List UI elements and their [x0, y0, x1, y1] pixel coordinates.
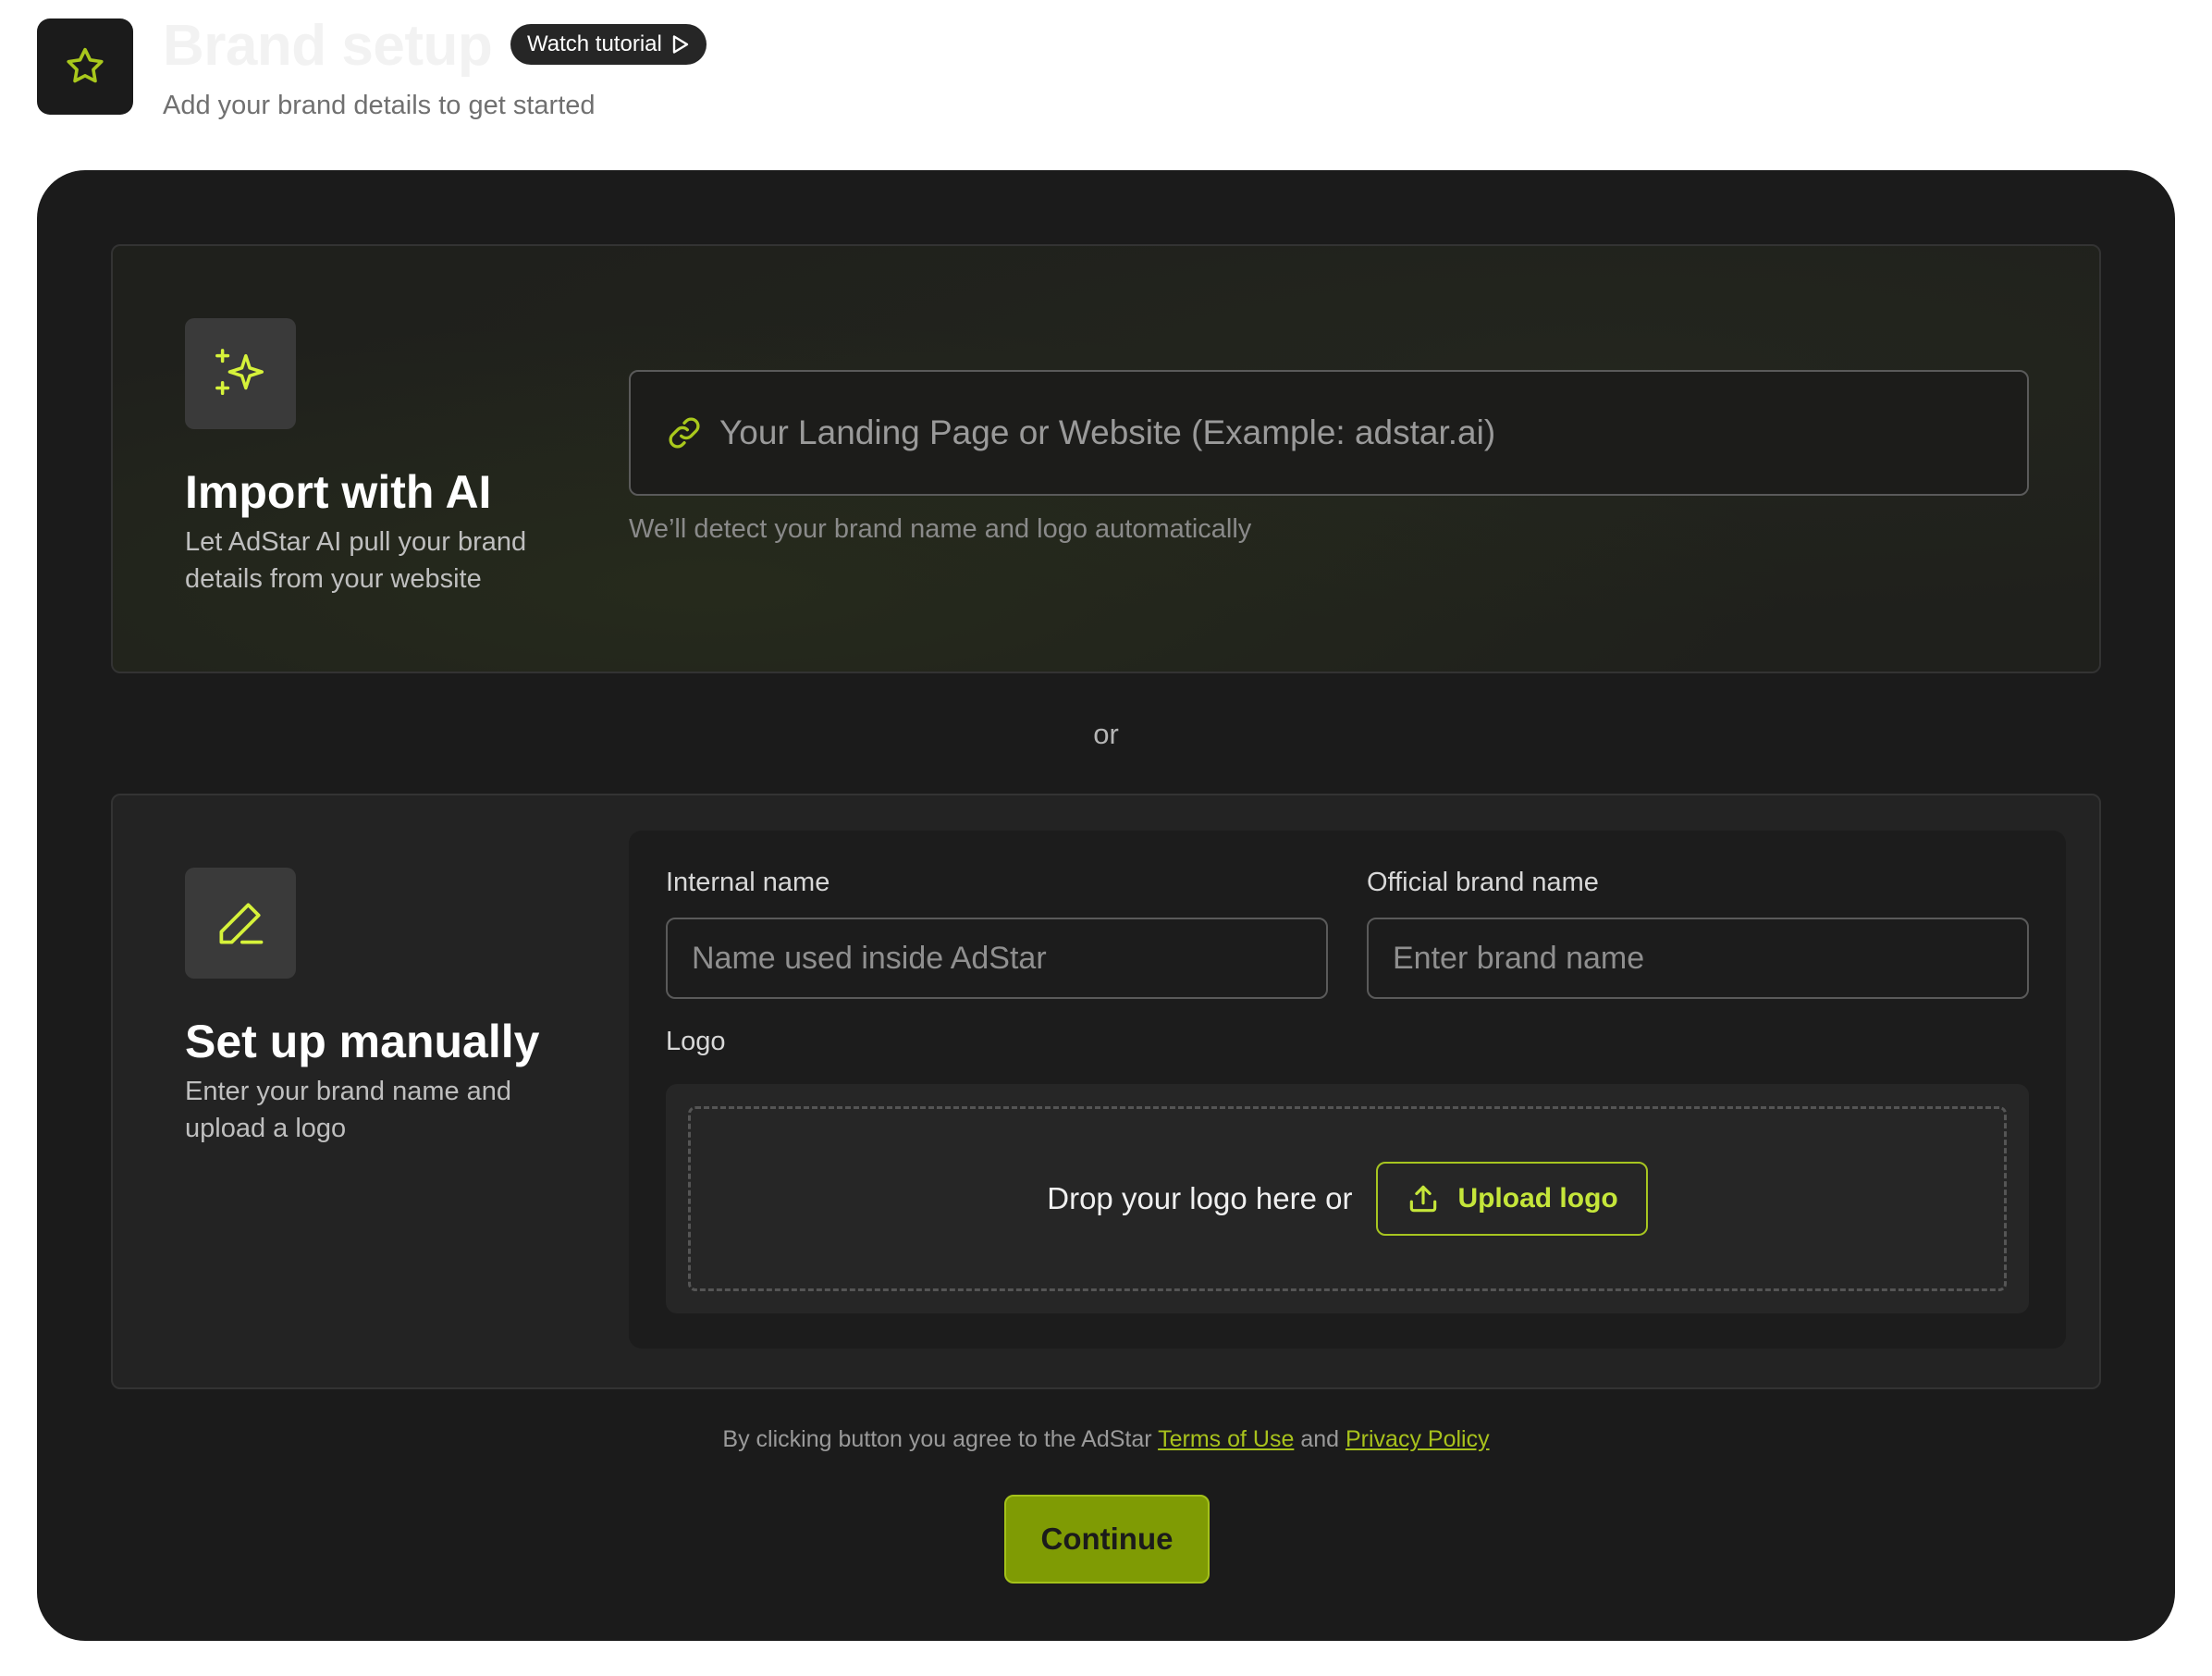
website-url-input[interactable]: [719, 413, 2027, 452]
drop-logo-text: Drop your logo here or: [1047, 1181, 1353, 1215]
terms-prefix: By clicking button you agree to the AdSt…: [722, 1426, 1152, 1452]
manual-setup-panel: Set up manually Enter your brand name an…: [111, 794, 2101, 1389]
terms-and: and: [1300, 1426, 1340, 1452]
play-icon: [672, 35, 689, 54]
page-subtitle: Add your brand details to get started: [163, 91, 596, 120]
internal-name-label: Internal name: [666, 868, 830, 897]
brand-setup-card: Import with AI Let AdStar AI pull your b…: [37, 170, 2175, 1641]
app-logo: [37, 18, 133, 115]
sparkles-icon: [215, 349, 264, 396]
url-hint-text: We’ll detect your brand name and logo au…: [629, 514, 1252, 544]
privacy-policy-link[interactable]: Privacy Policy: [1346, 1426, 1490, 1452]
star-icon: [67, 47, 104, 83]
manual-icon-box: [185, 868, 296, 979]
link-icon: [669, 417, 700, 449]
ai-icon-box: [185, 318, 296, 429]
upload-logo-label: Upload logo: [1457, 1183, 1618, 1214]
manual-setup-heading: Set up manually: [185, 1016, 540, 1067]
terms-notice: By clicking button you agree to the AdSt…: [37, 1424, 2175, 1454]
upload-logo-button[interactable]: Upload logo: [1376, 1162, 1648, 1236]
upload-icon: [1410, 1185, 1437, 1213]
brand-name-label: Official brand name: [1367, 868, 1599, 897]
logo-label: Logo: [666, 1027, 726, 1056]
page-title: Brand setup: [163, 14, 493, 78]
or-divider: or: [1093, 718, 1119, 750]
website-url-field[interactable]: [629, 370, 2029, 496]
terms-of-use-link[interactable]: Terms of Use: [1158, 1426, 1294, 1452]
import-ai-description: Let AdStar AI pull your brand details fr…: [185, 527, 527, 594]
watch-tutorial-button[interactable]: Watch tutorial: [510, 24, 707, 65]
watch-tutorial-label: Watch tutorial: [527, 31, 662, 56]
logo-upload-area: Drop your logo here or Upload logo: [666, 1084, 2029, 1313]
import-ai-heading: Import with AI: [185, 466, 492, 518]
import-ai-panel: Import with AI Let AdStar AI pull your b…: [111, 244, 2101, 673]
internal-name-input[interactable]: [666, 918, 1328, 999]
manual-setup-description: Enter your brand name and upload a logo: [185, 1077, 512, 1143]
pencil-icon: [219, 903, 264, 944]
brand-setup-page: Brand setup Watch tutorial Add your bran…: [0, 0, 2212, 1676]
logo-dropzone[interactable]: Drop your logo here or Upload logo: [688, 1106, 2007, 1291]
manual-form: Internal name Official brand name Logo D…: [629, 831, 2066, 1349]
brand-name-input[interactable]: [1367, 918, 2029, 999]
continue-button[interactable]: Continue: [1004, 1495, 1210, 1584]
